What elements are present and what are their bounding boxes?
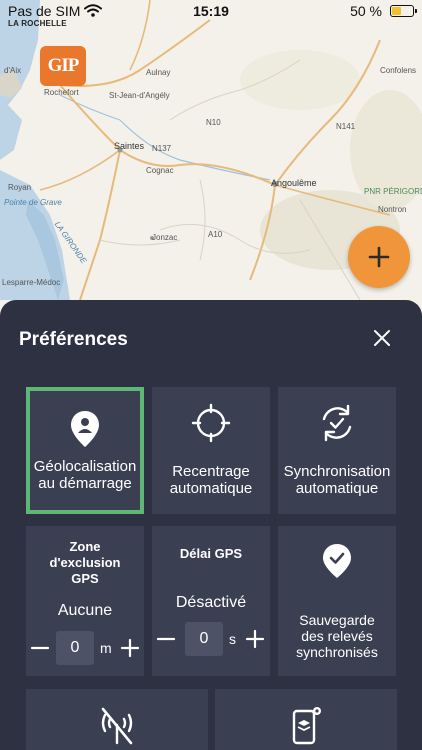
close-icon — [374, 330, 390, 346]
geolocation-label-line2: au démarrage — [38, 475, 132, 492]
backup-label-line1: Sauvegarde — [299, 612, 375, 628]
map-label-aulnay: Aulnay — [146, 68, 171, 77]
sync-check-icon — [322, 404, 352, 442]
backup-label-line3: synchronisés — [296, 644, 378, 660]
backup-label-line2: des relevés — [301, 628, 373, 644]
exclusion-value: Aucune — [57, 602, 113, 619]
plus-icon — [245, 629, 265, 649]
geolocation-label-line1: Géolocalisation — [33, 458, 137, 475]
crosshair-icon — [191, 403, 231, 443]
gps-delay-tile: Délai GPS Désactivé 0 s — [152, 526, 270, 676]
battery-fill — [392, 7, 401, 15]
exclusion-unit: m — [100, 640, 112, 656]
sync-label-line1: Synchronisation — [283, 463, 391, 480]
map-label-st-jean: St-Jean-d'Angély — [109, 91, 170, 100]
sync-toggle-tile[interactable]: Synchronisation automatique — [278, 387, 396, 514]
preferences-sheet: Préférences Géolocalisation au démarrage… — [0, 300, 422, 750]
map-label-d-aix: d'Aix — [4, 66, 22, 75]
map-label-jonzac: Jonzac — [152, 233, 178, 242]
app-logo[interactable]: GIP — [40, 46, 86, 86]
recenter-label-line2: automatique — [169, 480, 253, 497]
recenter-toggle-tile[interactable]: Recentrage automatique — [152, 387, 270, 514]
add-button[interactable] — [348, 226, 410, 288]
map-label-pointe-de-grave: Pointe de Grave — [4, 198, 62, 207]
map-label-road-n137: N137 — [152, 144, 172, 153]
device-settings-tile[interactable] — [215, 689, 397, 750]
map-label-pnr: PNR PÉRIGORD-L — [364, 187, 422, 196]
battery-percent: 50 % — [350, 3, 382, 19]
map-label-angouleme: Angoulême — [271, 178, 317, 188]
map-label-road-a10: A10 — [208, 230, 223, 239]
map-label-rochefort: Rochefort — [44, 88, 79, 97]
delay-value-field[interactable]: 0 — [185, 622, 223, 656]
no-signal-icon — [101, 707, 133, 745]
delay-increment-button[interactable] — [245, 629, 265, 649]
delay-decrement-button[interactable] — [156, 629, 176, 649]
delay-title: Délai GPS — [179, 546, 243, 561]
status-bar: Pas de SIM LA ROCHELLE 15:19 50 % — [0, 0, 422, 30]
map-label-lesparre: Lesparre-Médoc — [2, 278, 61, 287]
delay-unit: s — [229, 631, 236, 647]
map-label-cognac: Cognac — [146, 166, 174, 175]
location-label: LA ROCHELLE — [8, 19, 67, 28]
geolocation-toggle-tile[interactable]: Géolocalisation au démarrage — [26, 387, 144, 514]
exclusion-value-field[interactable]: 0 — [56, 631, 94, 665]
gps-exclusion-zone-tile: Zone d'exclusion GPS Aucune 0 m — [26, 526, 144, 676]
plus-icon — [368, 246, 390, 268]
exclusion-title-line1: Zone — [69, 539, 101, 554]
backup-synced-records-tile[interactable]: Sauvegarde des relevés synchronisés — [278, 526, 396, 676]
exclusion-title-line3: GPS — [71, 571, 99, 586]
map-label-saintes: Saintes — [114, 141, 145, 151]
close-button[interactable] — [370, 326, 394, 350]
minus-icon — [30, 646, 50, 650]
exclusion-increment-button[interactable] — [120, 638, 140, 658]
recenter-label-line1: Recentrage — [172, 463, 250, 480]
map-label-confolens: Confolens — [380, 66, 417, 75]
map-label-road-n10: N10 — [206, 118, 221, 127]
sync-label-line2: automatique — [295, 480, 379, 497]
app-logo-text: GIP — [47, 55, 80, 76]
exclusion-title-line2: d'exclusion — [49, 555, 121, 570]
offline-mode-tile[interactable] — [26, 689, 208, 750]
battery-icon — [390, 5, 417, 17]
exclusion-decrement-button[interactable] — [30, 638, 50, 658]
location-check-icon — [323, 544, 351, 578]
delay-value: Désactivé — [175, 594, 247, 611]
user-location-pin-icon — [71, 411, 99, 447]
plus-icon — [120, 638, 140, 658]
phone-settings-icon — [292, 707, 321, 745]
map-label-nontron: Nontron — [378, 205, 407, 214]
minus-icon — [156, 637, 176, 641]
sheet-title: Préférences — [19, 329, 128, 350]
map-label-road-n141: N141 — [336, 122, 356, 131]
map-label-royan: Royan — [8, 183, 32, 192]
